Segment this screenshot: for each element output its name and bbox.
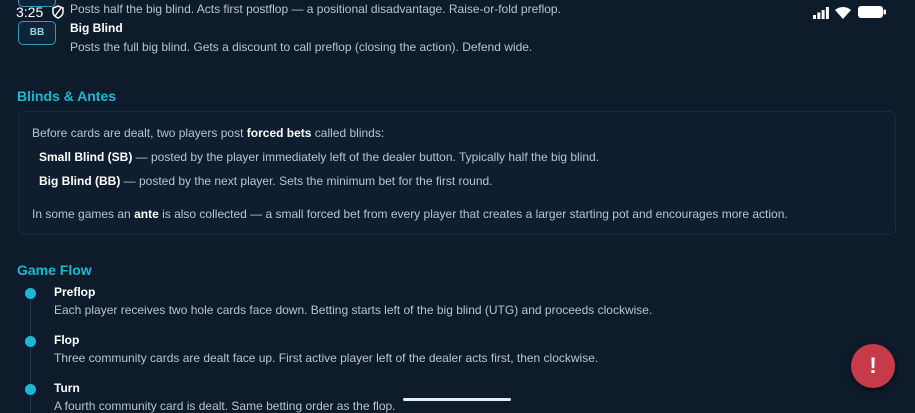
flow-step-desc: Three community cards are dealt face up.… — [54, 351, 599, 365]
section-title-game-flow: Game Flow — [17, 262, 92, 278]
flow-step-title: Flop — [54, 333, 80, 347]
blinds-card: Before cards are dealt, two players post… — [18, 111, 896, 235]
signal-icon — [813, 6, 829, 24]
flow-step-title: Preflop — [54, 285, 96, 299]
status-bar: 3:25 — [0, 0, 915, 26]
shield-icon — [52, 5, 64, 24]
timeline-dot — [25, 288, 36, 299]
status-icons — [813, 5, 887, 24]
flow-step-desc: Each player receives two hole cards face… — [54, 303, 653, 317]
flow-step-desc: A fourth community card is dealt. Same b… — [54, 399, 396, 413]
wifi-icon — [835, 6, 851, 24]
timeline-dot — [25, 336, 36, 347]
battery-icon — [857, 5, 887, 24]
small-blind-item: Small Blind (SB) — posted by the player … — [39, 150, 600, 164]
status-time: 3:25 — [16, 4, 44, 20]
flow-step-title: Turn — [54, 381, 80, 395]
home-indicator[interactable] — [403, 398, 511, 401]
section-title-blinds: Blinds & Antes — [17, 88, 117, 104]
blinds-intro: Before cards are dealt, two players post… — [32, 126, 385, 140]
ante-text: In some games an ante is also collected … — [32, 207, 788, 221]
alert-button[interactable]: ! — [851, 344, 895, 388]
big-blind-item: Big Blind (BB) — posted by the next play… — [39, 174, 493, 188]
timeline-dot — [25, 384, 36, 395]
timeline-line — [30, 299, 31, 412]
position-desc: Posts the full big blind. Gets a discoun… — [70, 40, 533, 54]
